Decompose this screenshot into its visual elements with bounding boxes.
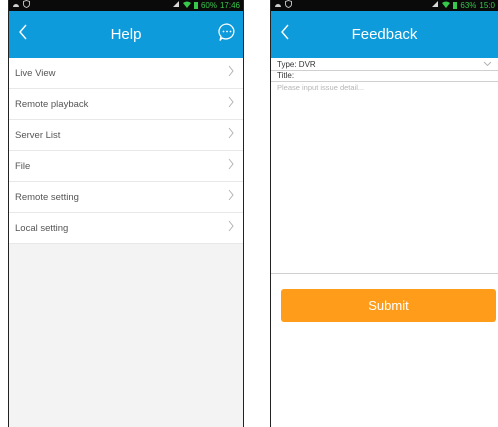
signal-icon [431, 0, 439, 11]
battery-icon [453, 2, 458, 9]
chevron-right-icon [227, 188, 235, 206]
title-field[interactable]: Title: [271, 71, 498, 82]
menu-item-label: Live View [15, 67, 56, 79]
type-select[interactable]: Type: DVR [271, 60, 498, 71]
menu-item-remote-setting[interactable]: Remote setting [9, 182, 243, 213]
battery-percent: 63% [460, 1, 477, 10]
submit-button[interactable]: Submit [281, 289, 496, 322]
help-menu: Live View Remote playback Server List Fi… [9, 58, 243, 244]
wifi-icon [442, 0, 451, 11]
chevron-right-icon [227, 157, 235, 175]
battery-icon [193, 2, 198, 9]
status-bar: 60% 17:46 [9, 0, 243, 11]
header-bar: Feedback [271, 11, 498, 58]
back-arrow-icon [280, 24, 290, 45]
menu-item-server-list[interactable]: Server List [9, 120, 243, 151]
clock: 17:46 [219, 1, 240, 10]
help-screen: 60% 17:46 Help Live View Remote playback… [8, 0, 244, 427]
clock: 15:0 [479, 1, 495, 10]
chevron-right-icon [227, 64, 235, 82]
android-icon [12, 0, 20, 11]
submit-button-label: Submit [368, 298, 409, 313]
chevron-right-icon [227, 219, 235, 237]
menu-item-label: Local setting [15, 222, 69, 234]
issue-detail-field[interactable] [271, 82, 498, 274]
type-select-value: Type: DVR [277, 60, 316, 69]
chevron-down-icon [483, 60, 492, 70]
page-title: Feedback [351, 26, 418, 43]
battery-percent: 60% [200, 1, 217, 10]
title-input[interactable] [296, 71, 492, 81]
menu-item-label: Remote setting [15, 191, 79, 203]
title-field-label: Title: [277, 71, 295, 80]
chevron-right-icon [227, 95, 235, 113]
page-title: Help [110, 26, 142, 43]
status-bar: 63% 15:0 [271, 0, 498, 11]
shield-icon [285, 0, 292, 11]
back-button[interactable] [273, 21, 297, 47]
menu-item-label: Remote playback [15, 98, 89, 110]
android-icon [274, 0, 282, 11]
chevron-right-icon [227, 126, 235, 144]
menu-item-local-setting[interactable]: Local setting [9, 213, 243, 244]
message-icon [217, 22, 237, 47]
issue-detail-input[interactable] [277, 83, 492, 272]
wifi-icon [182, 0, 191, 11]
header-bar: Help [9, 11, 243, 58]
shield-icon [23, 0, 30, 11]
menu-item-label: Server List [15, 129, 61, 141]
menu-item-label: File [15, 160, 31, 172]
menu-item-file[interactable]: File [9, 151, 243, 182]
feedback-screen: 63% 15:0 Feedback Type: DVR Title: Submi… [270, 0, 498, 427]
menu-item-remote-playback[interactable]: Remote playback [9, 89, 243, 120]
feedback-button[interactable] [215, 22, 239, 46]
help-content: Live View Remote playback Server List Fi… [9, 58, 243, 427]
menu-item-live-view[interactable]: Live View [9, 58, 243, 89]
signal-icon [172, 0, 180, 11]
back-button[interactable] [11, 21, 35, 47]
back-arrow-icon [18, 24, 28, 45]
